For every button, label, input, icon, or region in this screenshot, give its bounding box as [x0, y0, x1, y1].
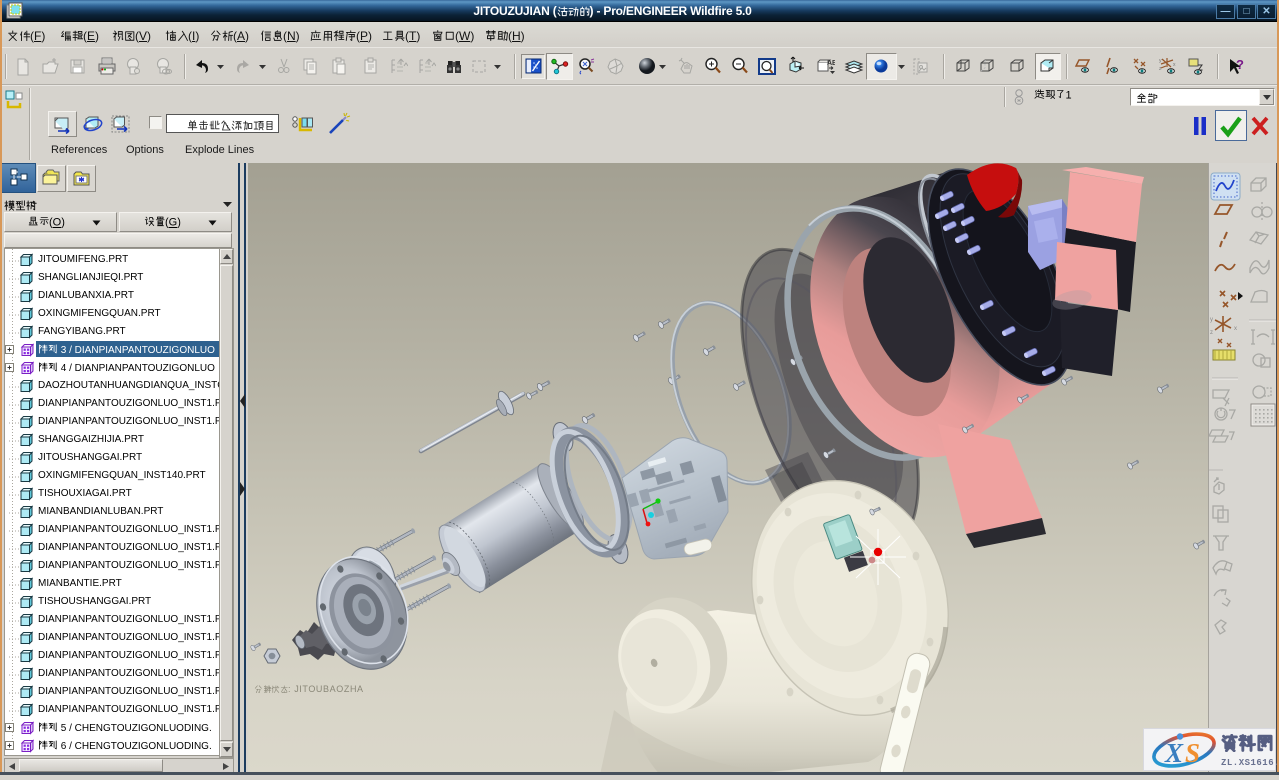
svg-text:x: x — [1234, 326, 1237, 332]
svg-text:?: ? — [1236, 57, 1244, 72]
svg-text:z: z — [1159, 66, 1162, 72]
svg-text:y: y — [1159, 58, 1162, 64]
svg-text:y: y — [1210, 317, 1213, 323]
svg-text:S: S — [1185, 738, 1200, 768]
svg-text:x: x — [1173, 62, 1176, 68]
svg-text:z: z — [1210, 330, 1213, 336]
svg-text:X: X — [1164, 738, 1184, 768]
svg-text:AB: AB — [827, 60, 835, 67]
